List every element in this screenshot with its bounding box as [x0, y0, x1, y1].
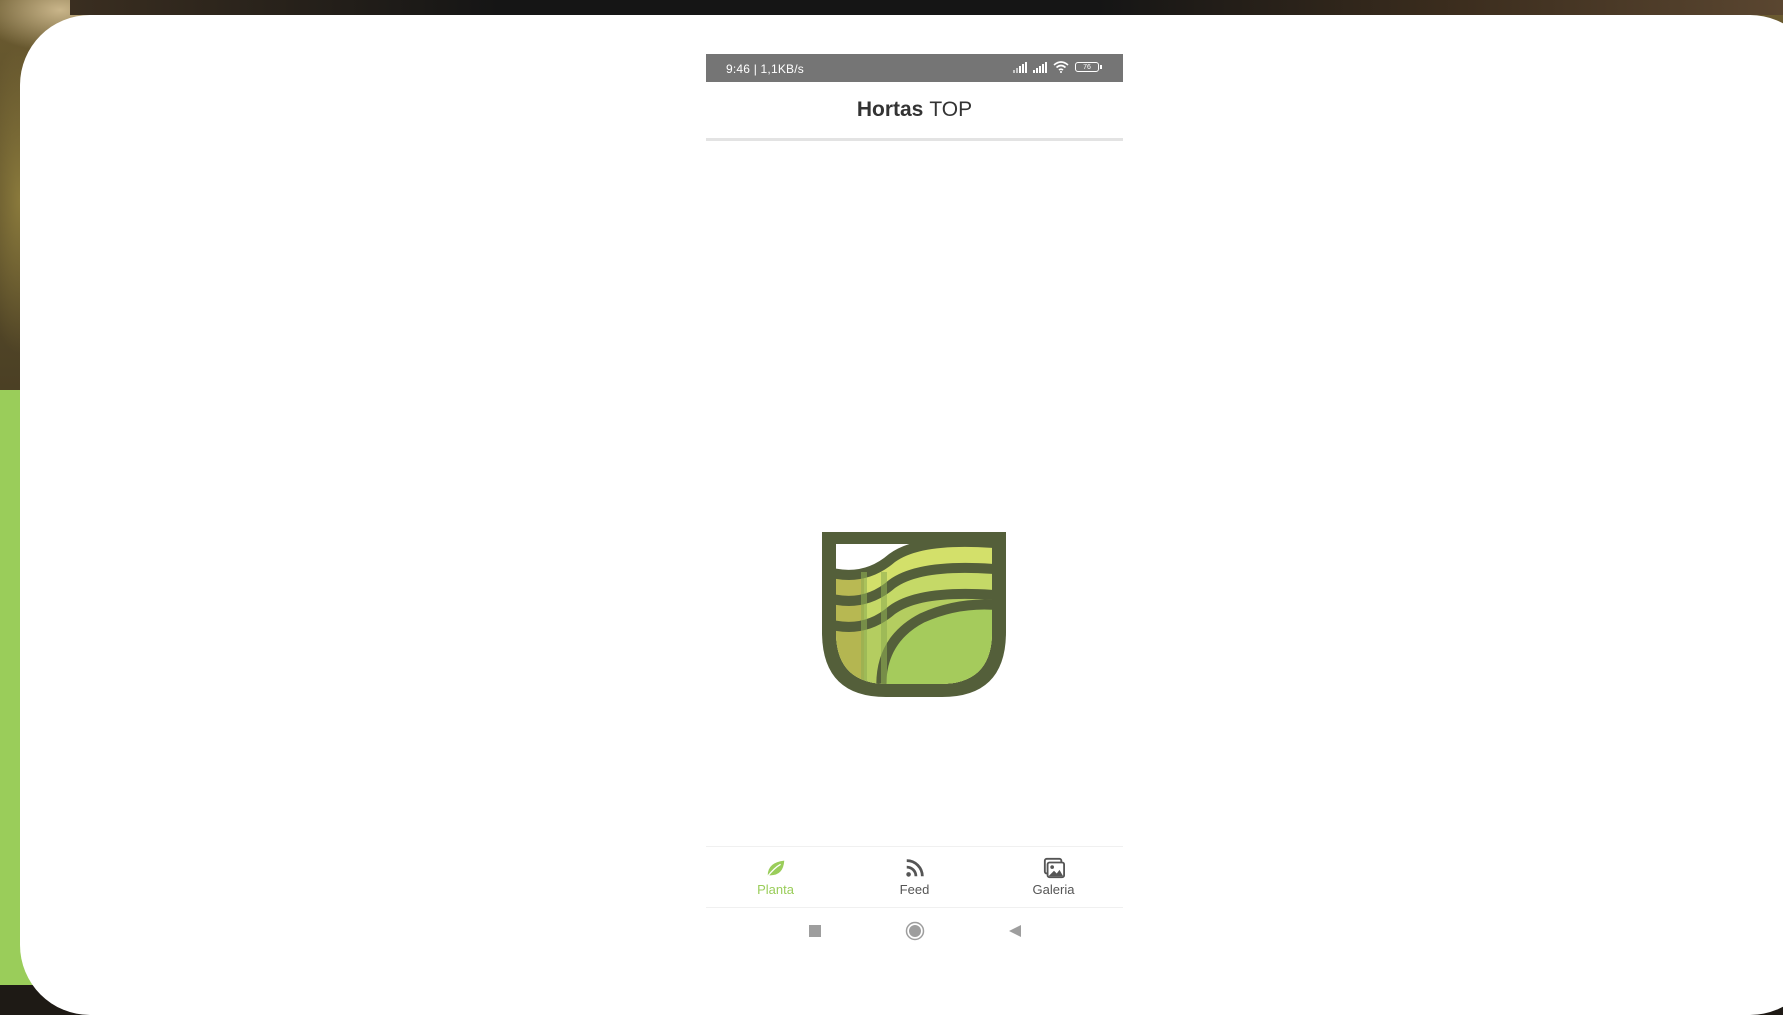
- leaf-icon: [766, 860, 784, 877]
- nav-item-planta[interactable]: Planta: [706, 847, 845, 907]
- background-photo-strip: [70, 0, 1783, 15]
- phone-screen: 9:46 | 1,1KB/s 76 Hortas TOP Planta Feed…: [706, 54, 1123, 984]
- hortas-logo-icon: [822, 532, 1006, 697]
- nav-item-feed[interactable]: Feed: [845, 847, 984, 907]
- nav-label-galeria: Galeria: [1032, 882, 1075, 897]
- recents-square-icon[interactable]: [805, 921, 825, 941]
- status-icons: 76: [1013, 61, 1102, 73]
- status-time-speed: 9:46 | 1,1KB/s: [726, 62, 804, 76]
- app-bar: Hortas TOP: [706, 82, 1123, 141]
- nav-item-galeria[interactable]: Galeria: [984, 847, 1123, 907]
- home-circle-icon[interactable]: [905, 921, 925, 941]
- wifi-icon: [1053, 61, 1069, 73]
- back-triangle-icon[interactable]: [1005, 921, 1025, 941]
- app-title-bold: Hortas: [856, 98, 924, 121]
- bottom-navigation: Planta Feed Galeria: [706, 846, 1123, 908]
- system-navigation-bar: [706, 906, 1123, 956]
- status-bar: 9:46 | 1,1KB/s 76: [706, 54, 1123, 82]
- gallery-icon: [1043, 857, 1065, 879]
- rss-feed-icon: [905, 859, 924, 877]
- signal-icon: [1033, 61, 1047, 73]
- battery-level: 76: [1083, 63, 1091, 71]
- nav-label-planta: Planta: [757, 882, 794, 897]
- battery-icon: 76: [1075, 62, 1102, 72]
- nav-label-feed: Feed: [899, 882, 930, 897]
- signal-icon: [1013, 61, 1027, 73]
- app-title-regular: TOP: [929, 98, 973, 121]
